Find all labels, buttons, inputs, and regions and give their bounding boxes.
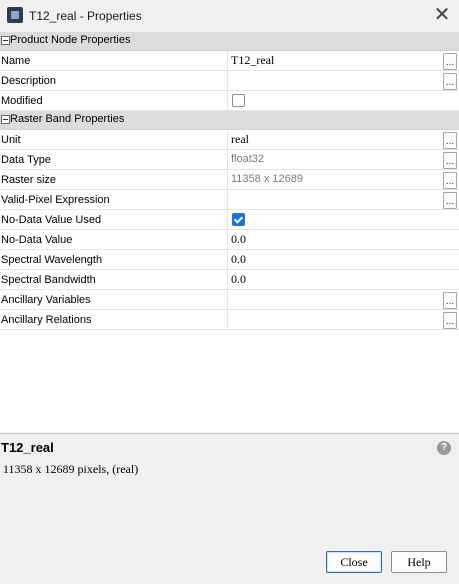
property-name: Data Type [1, 154, 51, 166]
property-name: No-Data Value Used [1, 214, 102, 226]
section-raster-band-properties[interactable]: Raster Band Properties [0, 111, 459, 130]
no-data-value-field[interactable]: 0.0 [231, 232, 246, 247]
property-row-spectral-wavelength: Spectral Wavelength 0.0 [0, 250, 459, 270]
property-name: Description [1, 75, 57, 87]
info-panel: T12_real ? 11358 x 12689 pixels, (real) … [0, 433, 459, 584]
no-data-value-used-checkbox[interactable] [232, 213, 245, 226]
info-description: 11358 x 12689 pixels, (real) [3, 462, 139, 476]
data-type-value: float32 [231, 153, 265, 165]
section-label: Product Node Properties [10, 34, 131, 46]
window-close-icon[interactable]: ✕ [430, 4, 454, 26]
spectral-wavelength-field[interactable]: 0.0 [231, 252, 246, 267]
modified-checkbox[interactable] [232, 94, 245, 107]
property-name: Name [1, 55, 31, 67]
edit-description-button[interactable]: ... [443, 73, 457, 90]
property-name: Ancillary Relations [1, 314, 92, 326]
section-product-node-properties[interactable]: Product Node Properties [0, 32, 459, 51]
help-icon[interactable]: ? [437, 441, 451, 455]
unit-field[interactable]: real [231, 132, 249, 147]
property-row-name: Name T12_real ... [0, 51, 459, 71]
property-row-ancillary-variables: Ancillary Variables ... [0, 290, 459, 310]
property-row-no-data-value-used: No-Data Value Used [0, 210, 459, 230]
property-row-raster-size: Raster size 11358 x 12689 ... [0, 170, 459, 190]
close-button[interactable]: Close [326, 551, 382, 573]
property-name: No-Data Value [1, 234, 73, 246]
edit-name-button[interactable]: ... [443, 53, 457, 70]
property-name: Spectral Wavelength [1, 254, 103, 266]
title-bar: T12_real - Properties ✕ [0, 0, 459, 31]
property-row-data-type: Data Type float32 ... [0, 150, 459, 170]
property-name: Spectral Bandwidth [1, 274, 96, 286]
edit-ancillary-variables-button[interactable]: ... [443, 292, 457, 309]
property-name: Valid-Pixel Expression [1, 194, 110, 206]
edit-raster-size-button[interactable]: ... [443, 172, 457, 189]
section-label: Raster Band Properties [10, 113, 125, 125]
help-button[interactable]: Help [391, 551, 447, 573]
property-table: Product Node Properties Name T12_real ..… [0, 32, 459, 432]
property-row-ancillary-relations: Ancillary Relations ... [0, 310, 459, 330]
property-row-description: Description ... [0, 71, 459, 91]
collapse-icon[interactable] [1, 36, 10, 45]
collapse-icon[interactable] [1, 115, 10, 124]
edit-unit-button[interactable]: ... [443, 132, 457, 149]
name-field[interactable]: T12_real [231, 53, 274, 68]
window-title: T12_real - Properties [29, 9, 142, 23]
property-name: Raster size [1, 174, 57, 186]
app-icon [7, 7, 23, 23]
property-name: Modified [1, 95, 43, 107]
property-name: Ancillary Variables [1, 294, 91, 306]
edit-data-type-button[interactable]: ... [443, 152, 457, 169]
property-row-valid-pixel-expression: Valid-Pixel Expression ... [0, 190, 459, 210]
property-row-no-data-value: No-Data Value 0.0 [0, 230, 459, 250]
edit-ancillary-relations-button[interactable]: ... [443, 312, 457, 329]
raster-size-value: 11358 x 12689 [231, 173, 303, 185]
property-row-spectral-bandwidth: Spectral Bandwidth 0.0 [0, 270, 459, 290]
property-name: Unit [1, 134, 21, 146]
property-row-unit: Unit real ... [0, 130, 459, 150]
spectral-bandwidth-field[interactable]: 0.0 [231, 272, 246, 287]
property-row-modified: Modified [0, 91, 459, 111]
info-title: T12_real [1, 440, 54, 455]
edit-valid-pixel-expression-button[interactable]: ... [443, 192, 457, 209]
